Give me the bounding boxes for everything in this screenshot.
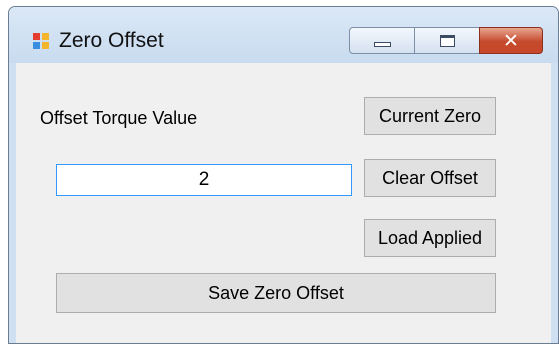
window-title: Zero Offset xyxy=(59,29,164,52)
current-zero-button[interactable]: Current Zero xyxy=(364,97,496,135)
maximize-button[interactable] xyxy=(414,27,480,54)
minimize-button[interactable] xyxy=(349,27,415,54)
close-button[interactable]: ✕ xyxy=(479,27,543,54)
clear-offset-button[interactable]: Clear Offset xyxy=(364,159,496,197)
minimize-icon xyxy=(374,42,391,47)
zero-offset-window: Zero Offset ✕ Offset Torque Value Curren… xyxy=(8,6,559,344)
offset-torque-label: Offset Torque Value xyxy=(40,108,198,128)
app-icon xyxy=(33,33,49,49)
offset-torque-input[interactable]: 2 xyxy=(56,164,352,196)
title-bar[interactable]: Zero Offset ✕ xyxy=(9,7,558,63)
save-zero-offset-button[interactable]: Save Zero Offset xyxy=(56,273,496,313)
load-applied-button[interactable]: Load Applied xyxy=(364,219,496,257)
form-client-area: Offset Torque Value Current Zero 2 Clear… xyxy=(16,63,551,343)
maximize-icon xyxy=(440,35,455,47)
close-icon: ✕ xyxy=(503,30,519,52)
